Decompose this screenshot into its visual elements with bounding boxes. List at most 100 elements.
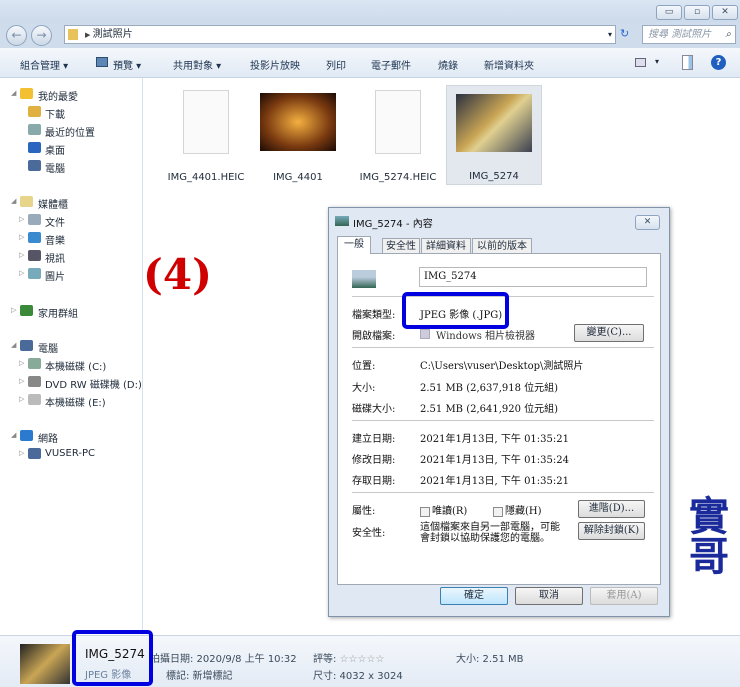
- expand-icon[interactable]: ▷: [19, 251, 24, 259]
- folder-icon: [28, 124, 41, 135]
- expand-icon[interactable]: ▷: [19, 269, 24, 277]
- tab-general[interactable]: 一般: [337, 236, 371, 254]
- dropdown-icon[interactable]: ▾: [608, 26, 612, 43]
- minimize-button[interactable]: ▭: [656, 5, 682, 20]
- view-dropdown-icon[interactable]: ▾: [655, 57, 659, 66]
- apply-button[interactable]: 套用(A): [590, 587, 658, 605]
- sidebar-item[interactable]: ▷ 本機磁碟 (E:): [0, 392, 142, 409]
- expand-icon[interactable]: ◢: [11, 89, 16, 97]
- sidebar-item[interactable]: 下載: [0, 104, 142, 121]
- expand-icon[interactable]: ▷: [19, 395, 24, 403]
- sidebar-item[interactable]: ▷ 文件: [0, 212, 142, 229]
- folder-icon: [20, 305, 33, 316]
- advanced-button[interactable]: 進階(D)...: [578, 500, 645, 518]
- accessed-value: 2021年1月13日, 下午 01:35:21: [420, 476, 569, 487]
- tab-details[interactable]: 詳細資料: [421, 238, 471, 254]
- dialog-close-button[interactable]: ✕: [635, 215, 660, 230]
- sidebar-item[interactable]: 最近的位置: [0, 122, 142, 139]
- sidebar-item[interactable]: ◢ 電腦: [0, 338, 142, 355]
- expand-icon[interactable]: ▷: [11, 306, 16, 314]
- preview-button[interactable]: 預覽 ▾: [113, 57, 141, 72]
- sidebar-item[interactable]: ▷ 視訊: [0, 248, 142, 265]
- file-type-icon: [352, 270, 376, 288]
- sidebar-item[interactable]: ▷ 家用群組: [0, 303, 142, 320]
- sidebar-item[interactable]: ◢ 我的最愛: [0, 86, 142, 103]
- preview-pane-icon[interactable]: [682, 55, 693, 70]
- share-button[interactable]: 共用對象 ▾: [173, 57, 221, 72]
- print-button[interactable]: 列印: [326, 57, 346, 72]
- expand-icon[interactable]: ◢: [11, 197, 16, 205]
- expand-icon[interactable]: ▷: [19, 233, 24, 241]
- readonly-checkbox[interactable]: 唯讀(R): [420, 502, 467, 517]
- forward-button[interactable]: →: [31, 25, 52, 46]
- sidebar-item-label: 家用群組: [38, 309, 78, 320]
- status-rating[interactable]: 評等: ☆☆☆☆☆: [313, 650, 384, 665]
- photo-thumbnail: [456, 94, 532, 152]
- tab-security[interactable]: 安全性: [382, 238, 420, 254]
- step-annotation: (4): [143, 250, 212, 299]
- sidebar-item[interactable]: ▷ DVD RW 磁碟機 (D:): [0, 374, 142, 391]
- sidebar-item[interactable]: ◢ 媒體櫃: [0, 194, 142, 211]
- expand-icon[interactable]: ▷: [19, 377, 24, 385]
- cancel-button[interactable]: 取消: [515, 587, 583, 605]
- view-icon[interactable]: [635, 58, 646, 67]
- sidebar-item[interactable]: ▷ 圖片: [0, 266, 142, 283]
- sidebar-item-label: 電腦: [38, 344, 58, 355]
- expand-icon[interactable]: ◢: [11, 431, 16, 439]
- expand-icon[interactable]: ◢: [11, 341, 16, 349]
- refresh-icon[interactable]: ↻: [620, 27, 629, 40]
- star-icons[interactable]: ☆☆☆☆☆: [340, 654, 385, 665]
- address-bar[interactable]: ▶ 測試照片 ▾: [64, 25, 616, 44]
- sidebar-item[interactable]: 桌面: [0, 140, 142, 157]
- file-item[interactable]: IMG_4401.HEIC: [158, 85, 254, 185]
- help-icon[interactable]: ?: [711, 55, 726, 70]
- email-button[interactable]: 電子郵件: [371, 57, 411, 72]
- folder-icon: [28, 232, 41, 243]
- expand-icon[interactable]: ▷: [19, 449, 24, 457]
- modified-value: 2021年1月13日, 下午 01:35:24: [420, 455, 569, 466]
- maximize-button[interactable]: ▫: [684, 5, 710, 20]
- sidebar-item-label: 音樂: [45, 236, 65, 247]
- sidebar-item[interactable]: ◢ 網路: [0, 428, 142, 445]
- close-button[interactable]: ✕: [712, 5, 738, 20]
- file-item[interactable]: IMG_5274.HEIC: [350, 85, 446, 185]
- file-item[interactable]: IMG_4401: [250, 85, 346, 185]
- created-value: 2021年1月13日, 下午 01:35:21: [420, 434, 569, 445]
- sidebar-item[interactable]: ▷ VUSER-PC: [0, 446, 142, 462]
- status-dimensions: 尺寸: 4032 x 3024: [313, 671, 403, 682]
- photo-viewer-icon: [420, 329, 430, 339]
- organize-button[interactable]: 組合管理 ▾: [20, 57, 68, 72]
- checkbox[interactable]: [420, 506, 430, 517]
- dialog-title: IMG_5274 - 內容: [353, 219, 433, 230]
- sidebar-item[interactable]: ▷ 本機磁碟 (C:): [0, 356, 142, 373]
- folder-icon: [28, 142, 41, 153]
- filename-input[interactable]: IMG_5274: [419, 267, 647, 287]
- sidebar-item[interactable]: 電腦: [0, 158, 142, 175]
- back-button[interactable]: ←: [6, 25, 27, 46]
- sidebar-item-label: 媒體櫃: [38, 200, 68, 211]
- hidden-checkbox[interactable]: 隱藏(H): [493, 502, 542, 517]
- file-icon: [183, 90, 229, 154]
- expand-icon[interactable]: ▷: [19, 215, 24, 223]
- slideshow-button[interactable]: 投影片放映: [250, 57, 300, 72]
- expand-icon[interactable]: ▷: [19, 359, 24, 367]
- disk-size-value: 2.51 MB (2,641,920 位元組): [420, 404, 559, 415]
- tab-previous-versions[interactable]: 以前的版本: [472, 238, 532, 254]
- sidebar-item-label: 電腦: [45, 164, 65, 175]
- unblock-button[interactable]: 解除封鎖(K): [578, 522, 645, 540]
- hidden-label: 隱藏(H): [505, 506, 542, 517]
- properties-dialog: IMG_5274 - 內容 ✕ 一般 安全性 詳細資料 以前的版本 IMG_52…: [328, 207, 670, 617]
- ok-button[interactable]: 確定: [440, 587, 508, 605]
- sidebar-item[interactable]: ▷ 音樂: [0, 230, 142, 247]
- change-button[interactable]: 變更(C)...: [574, 324, 644, 342]
- new-folder-button[interactable]: 新增資料夾: [484, 57, 534, 72]
- security-line: 這個檔案來自另一部電腦，可能: [420, 522, 560, 533]
- burn-button[interactable]: 燒錄: [438, 57, 458, 72]
- checkbox[interactable]: [493, 506, 503, 517]
- status-tags[interactable]: 標記: 新增標記: [166, 667, 233, 682]
- highlight-box: [402, 292, 509, 329]
- search-input[interactable]: 搜尋 測試照片 ⌕: [642, 25, 736, 44]
- file-item-selected[interactable]: IMG_5274: [446, 85, 542, 185]
- status-date-taken: 拍攝日期: 2020/9/8 上午 10:32: [150, 654, 297, 665]
- folder-icon: [28, 376, 41, 387]
